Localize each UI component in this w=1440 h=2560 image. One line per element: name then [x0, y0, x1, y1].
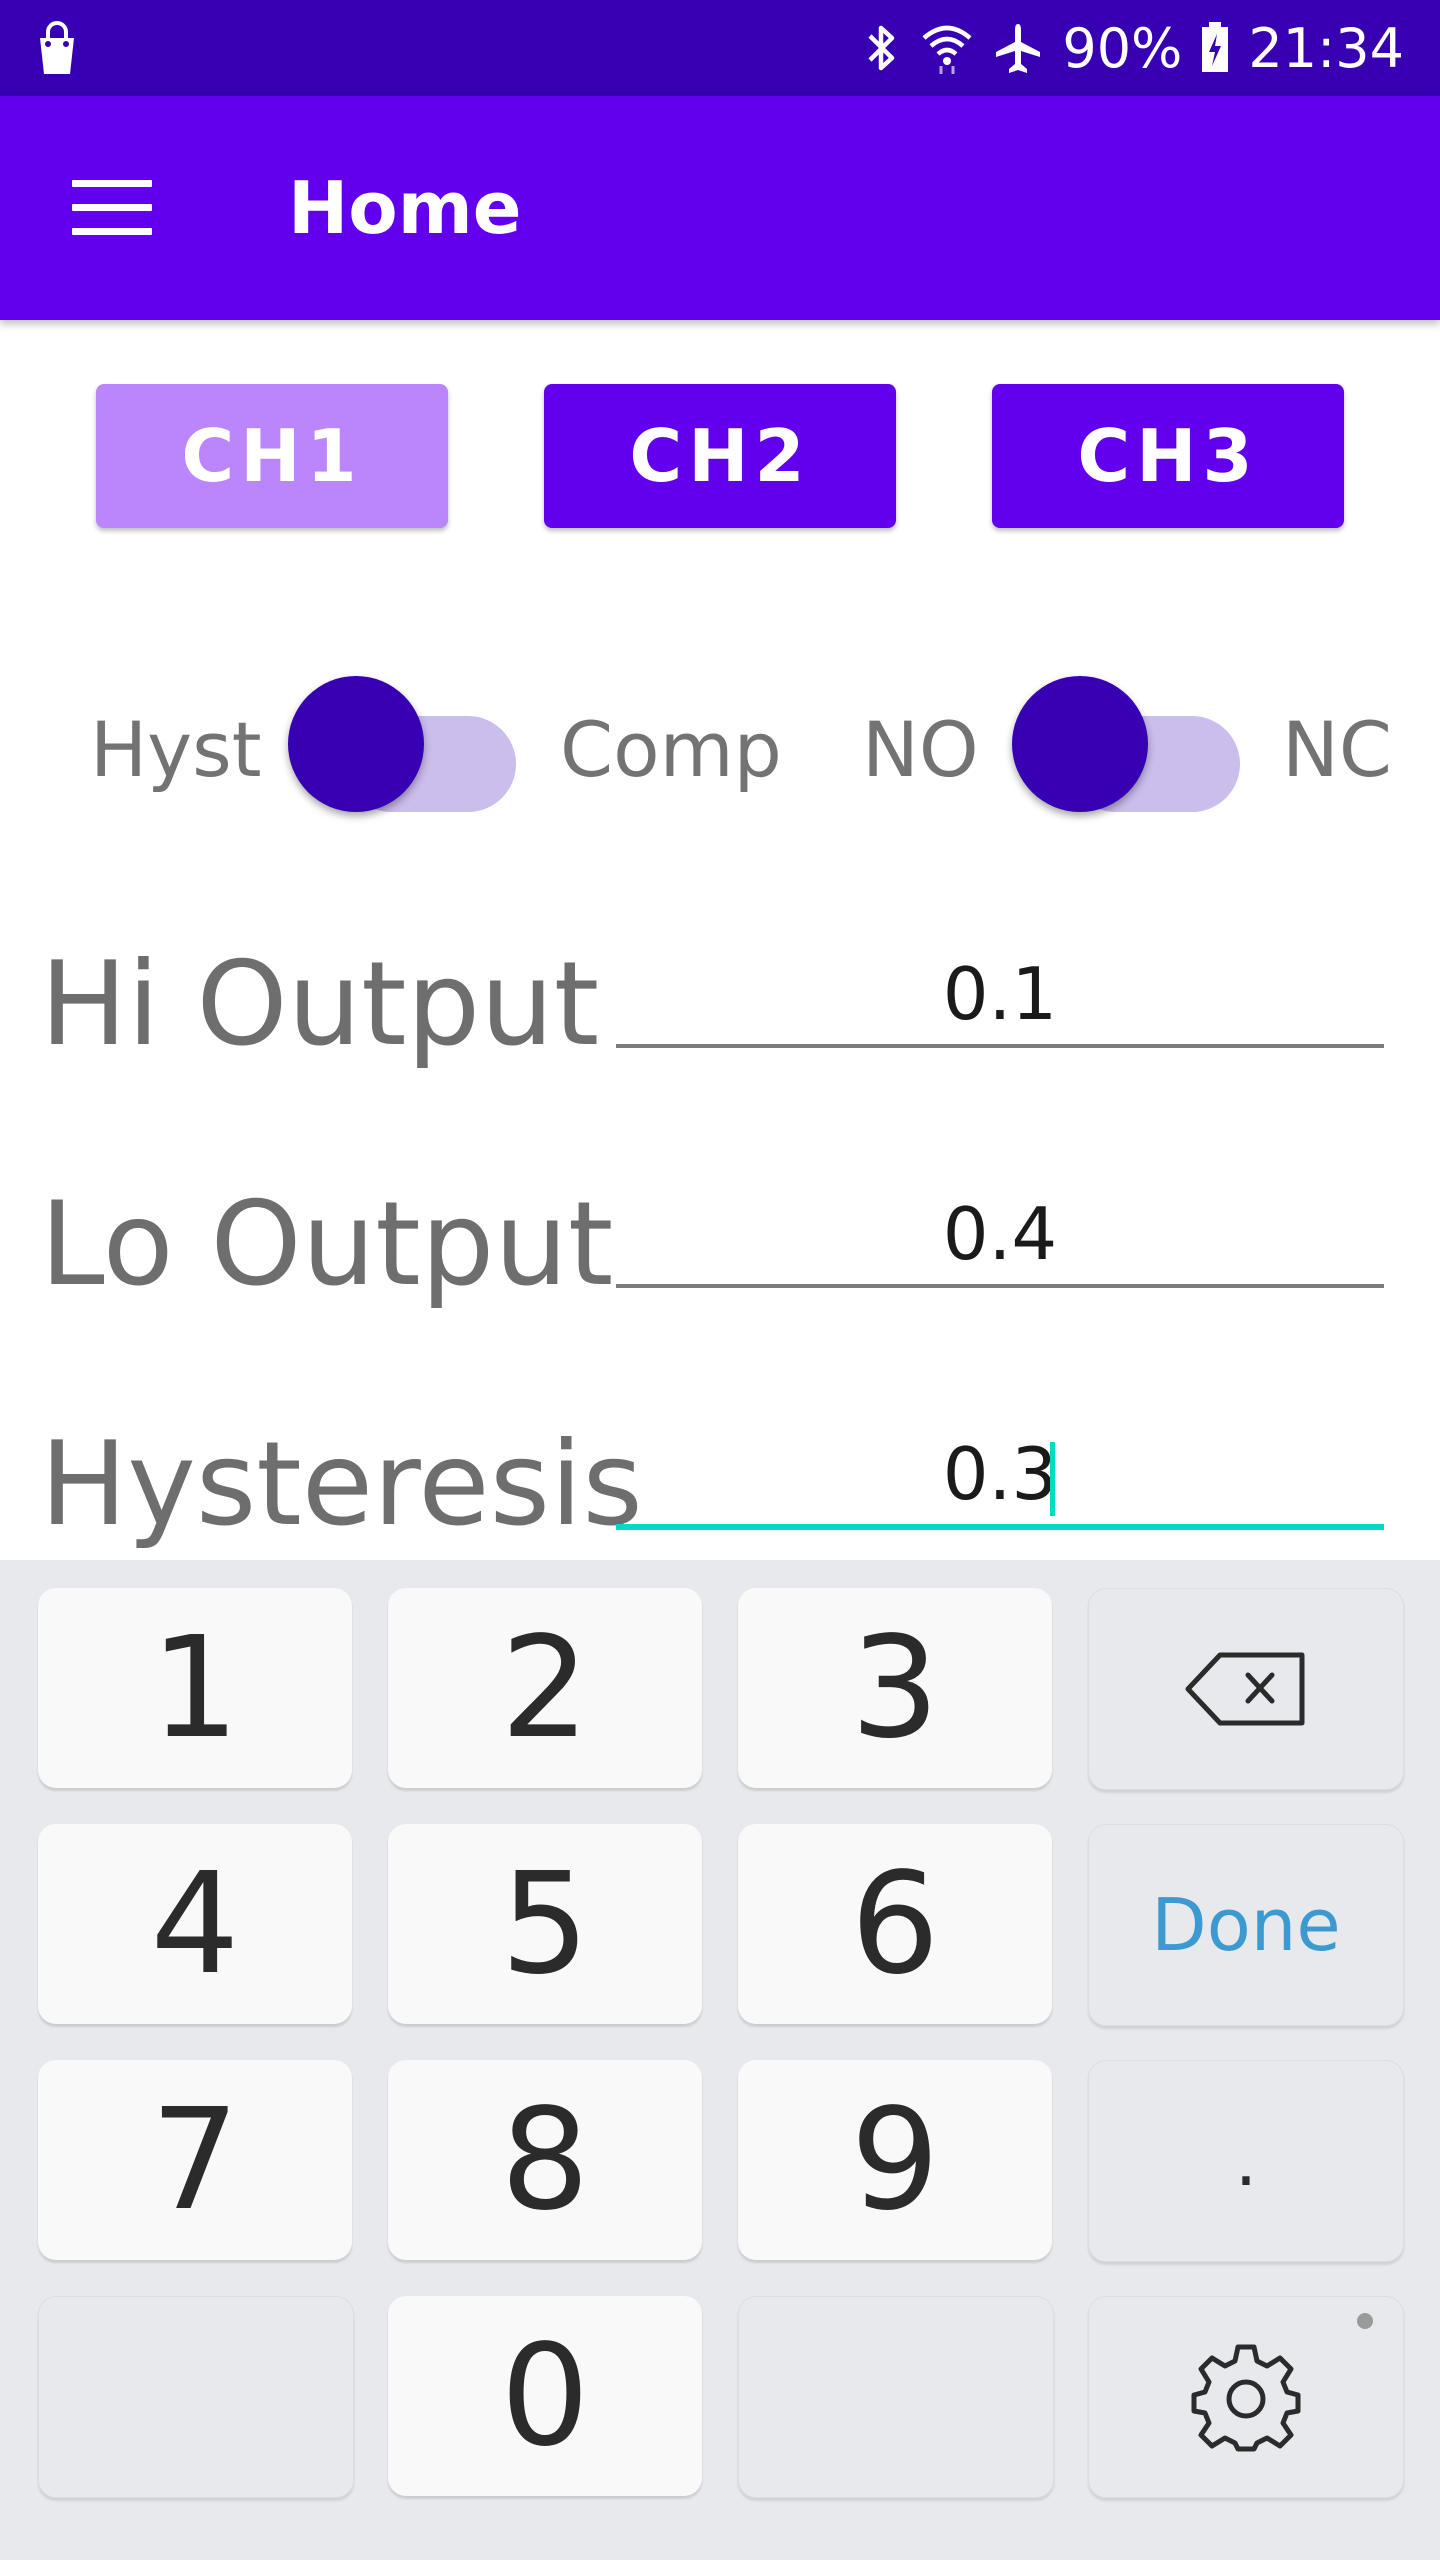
settings-gear-icon [1191, 2344, 1301, 2452]
key-8[interactable]: 8 [388, 2060, 702, 2260]
text-cursor [1050, 1442, 1055, 1516]
key-0[interactable]: 0 [388, 2296, 702, 2496]
hi-output-input[interactable] [616, 944, 1384, 1048]
battery-percent: 90% [1062, 16, 1183, 80]
numeric-keyboard: 1 2 3 4 5 6 Done 7 8 9 . 0 [0, 1560, 1440, 2560]
airplane-icon [996, 24, 1041, 73]
key-6[interactable]: 6 [738, 1824, 1052, 2024]
key-2[interactable]: 2 [388, 1588, 702, 1788]
switch-thumb[interactable] [1012, 676, 1148, 812]
hi-output-label: Hi Output [40, 937, 600, 1072]
shopping-bag-icon [40, 21, 74, 74]
key-1[interactable]: 1 [38, 1588, 352, 1788]
nc-label: NC [1282, 705, 1392, 794]
comp-label: Comp [560, 705, 782, 794]
channel-2-button[interactable]: CH2 [544, 384, 896, 528]
wifi-icon [922, 25, 972, 74]
switch-thumb[interactable] [288, 676, 424, 812]
hyst-label: Hyst [90, 705, 262, 794]
backspace-icon [1185, 1652, 1305, 1726]
page-title: Home [288, 166, 522, 250]
blank-key-left [38, 2296, 354, 2498]
decimal-key[interactable]: . [1088, 2060, 1404, 2262]
key-5[interactable]: 5 [388, 1824, 702, 2024]
channel-1-button[interactable]: CH1 [96, 384, 448, 528]
key-3[interactable]: 3 [738, 1588, 1052, 1788]
key-7[interactable]: 7 [38, 2060, 352, 2260]
clock: 21:34 [1248, 16, 1404, 80]
settings-key[interactable] [1088, 2296, 1404, 2498]
battery-charging-icon [1202, 22, 1229, 72]
hamburger-menu-icon[interactable] [72, 180, 152, 236]
hysteresis-input[interactable] [616, 1424, 1384, 1530]
backspace-key[interactable] [1088, 1588, 1404, 1790]
bluetooth-icon [868, 25, 895, 71]
mode-switch[interactable] [288, 676, 528, 816]
key-9[interactable]: 9 [738, 2060, 1052, 2260]
hint-dot [1357, 2313, 1373, 2329]
blank-key-right [738, 2296, 1054, 2498]
decimal-key-label: . [1234, 2120, 1258, 2202]
no-label: NO [862, 705, 979, 794]
lo-output-input[interactable] [616, 1184, 1384, 1288]
key-4[interactable]: 4 [38, 1824, 352, 2024]
channel-3-button[interactable]: CH3 [992, 384, 1344, 528]
contact-switch[interactable] [1012, 676, 1252, 816]
lo-output-label: Lo Output [40, 1177, 614, 1312]
status-bar: 90% 21:34 [0, 0, 1440, 96]
app-bar: Home [0, 96, 1440, 320]
done-key[interactable]: Done [1088, 1824, 1404, 2026]
hysteresis-label: Hysteresis [40, 1417, 643, 1552]
